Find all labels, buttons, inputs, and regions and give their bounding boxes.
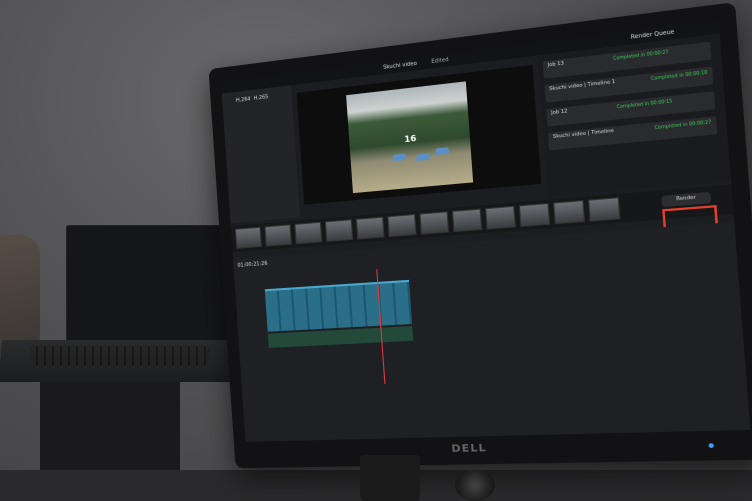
- format-h264[interactable]: H.264: [236, 96, 251, 104]
- render-queue-panel: Job 13 Completed in 00:00:27 Skuchi vide…: [537, 33, 732, 197]
- video-track-clips[interactable]: [264, 279, 413, 332]
- clip-thumbnail[interactable]: [588, 197, 621, 222]
- clip-thumbnail[interactable]: [324, 219, 354, 242]
- laptop-screen: [66, 225, 236, 350]
- photo-scene: Skuchi video Edited Render Queue H.264 H…: [0, 0, 752, 501]
- viewer-frame-image: 16: [346, 81, 474, 194]
- video-viewer: 16: [296, 64, 542, 205]
- clip-thumbnail[interactable]: [294, 221, 323, 245]
- monitor: Skuchi video Edited Render Queue H.264 H…: [208, 2, 752, 469]
- project-title: Skuchi video: [382, 60, 418, 72]
- job-id: Job 13: [547, 61, 565, 69]
- camera-lens: [455, 470, 495, 501]
- guitar: [0, 235, 40, 355]
- clip-thumbnail[interactable]: [355, 216, 385, 240]
- job-title: Skuchi video | Timeline 1: [549, 79, 616, 93]
- monitor-screen: Skuchi video Edited Render Queue H.264 H…: [221, 20, 751, 442]
- job-status: Completed in 00:00:10: [650, 69, 708, 82]
- viewer-frame-number: 16: [404, 133, 417, 145]
- power-led: [708, 443, 714, 448]
- clip-thumbnail[interactable]: [234, 226, 262, 249]
- tent: [392, 153, 406, 162]
- render-settings-panel: H.264 H.265: [221, 85, 301, 224]
- laptop-keyboard: [30, 346, 210, 366]
- tent: [416, 153, 430, 161]
- clip-thumbnail[interactable]: [419, 211, 450, 235]
- monitor-logo: DELL: [451, 442, 488, 456]
- timeline: 01:00:21:26: [233, 221, 751, 442]
- project-status: Edited: [431, 56, 449, 66]
- clip-thumbnail[interactable]: [264, 224, 292, 247]
- job-id: Job 12: [550, 109, 568, 117]
- job-title: Skuchi video | Timeline: [552, 128, 615, 141]
- format-h265[interactable]: H.265: [253, 94, 268, 102]
- job-status: Completed in 00:00:27: [612, 48, 669, 61]
- camera-body: [360, 455, 420, 501]
- clip-thumbnail[interactable]: [518, 202, 551, 227]
- job-status: Completed in 00:00:27: [654, 118, 712, 131]
- clip-thumbnail[interactable]: [451, 208, 483, 233]
- clip-thumbnail[interactable]: [485, 205, 516, 230]
- tent: [435, 147, 449, 155]
- job-status: Completed in 00:00:15: [616, 98, 673, 110]
- clip-thumbnail[interactable]: [553, 200, 585, 225]
- clip-thumbnail[interactable]: [387, 213, 417, 238]
- timecode: 01:00:21:26: [237, 260, 268, 269]
